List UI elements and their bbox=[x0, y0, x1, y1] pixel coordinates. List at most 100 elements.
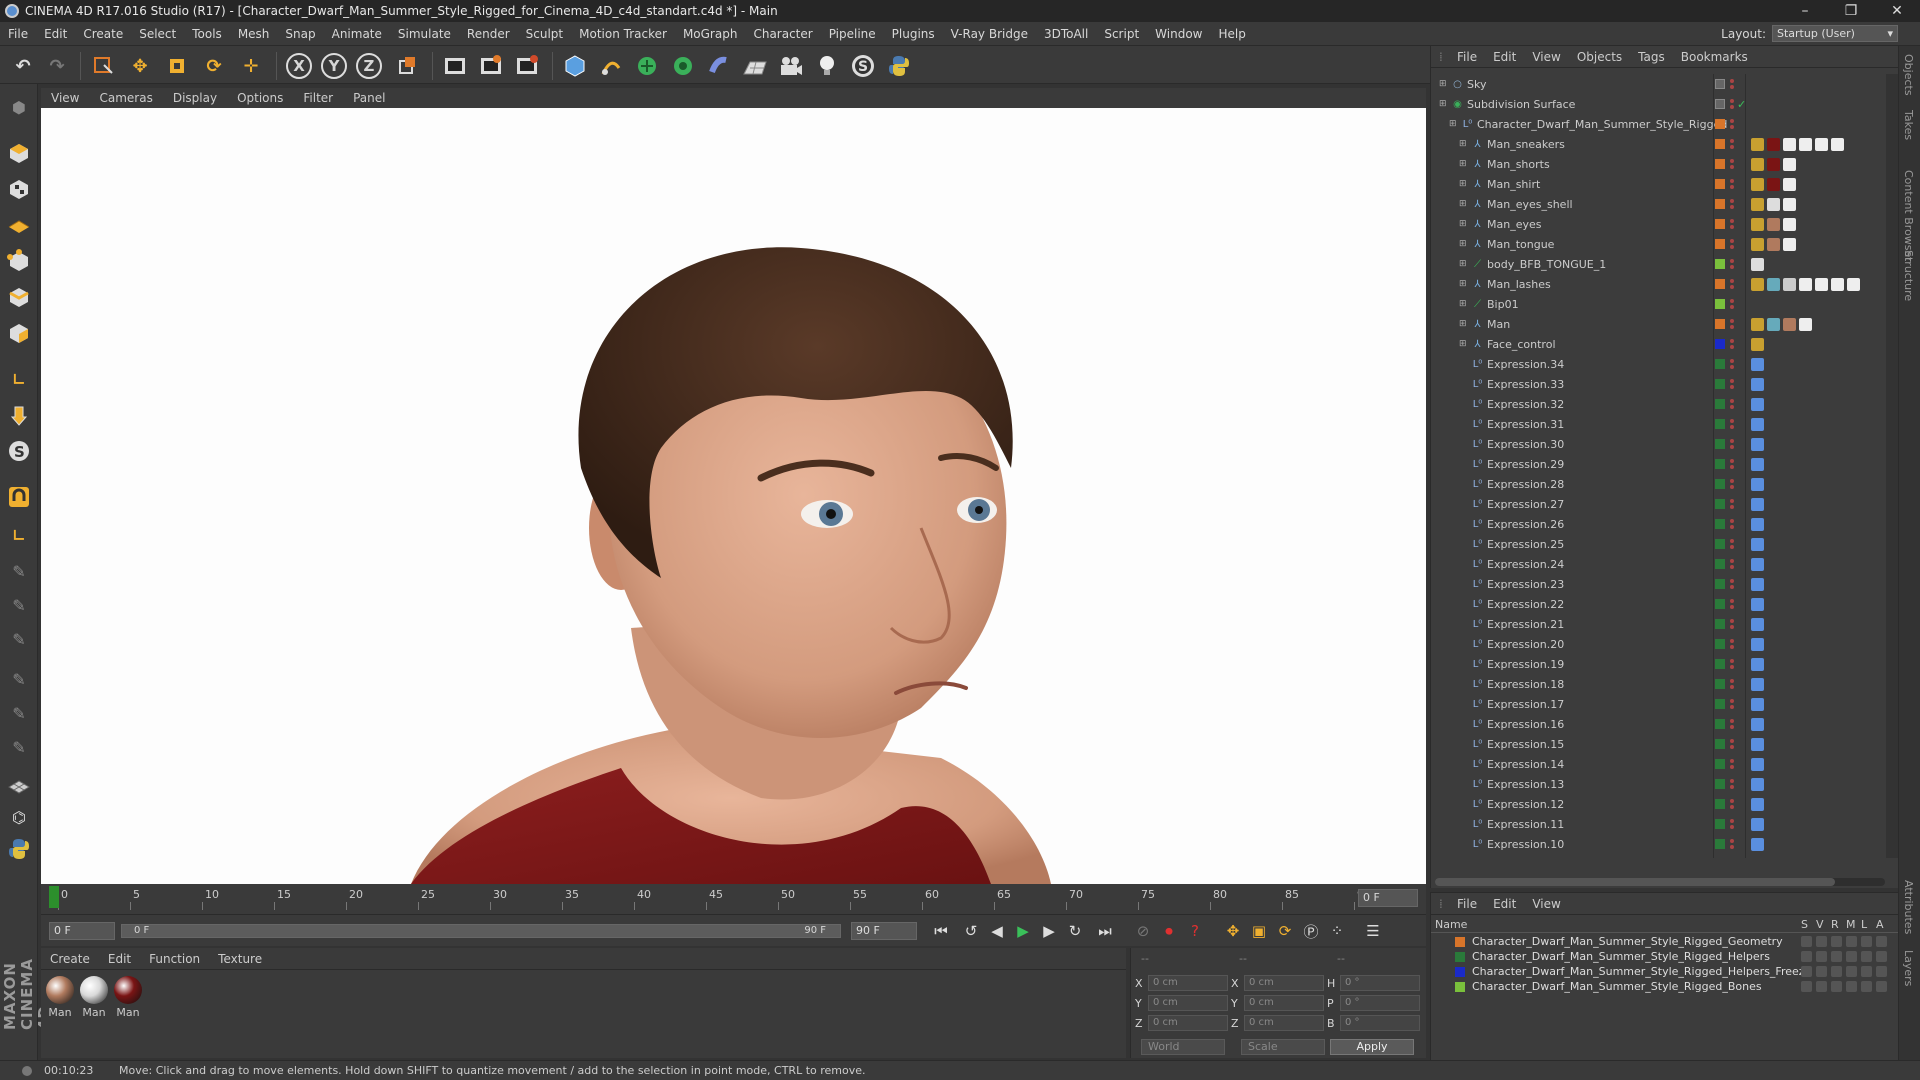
smooth-brush-icon[interactable]: ✎ bbox=[4, 624, 34, 654]
tag-icon[interactable] bbox=[1751, 697, 1764, 711]
tag-icon[interactable] bbox=[1783, 197, 1796, 211]
move-tool-icon[interactable]: ✥ bbox=[125, 51, 155, 81]
layer-color-swatch[interactable] bbox=[1715, 279, 1725, 289]
texture-mode-icon[interactable] bbox=[4, 174, 34, 204]
scale-tool-icon[interactable] bbox=[162, 51, 192, 81]
visibility-dots-icon[interactable] bbox=[1729, 699, 1735, 709]
layer-color-swatch[interactable] bbox=[1715, 799, 1725, 809]
tag-icon[interactable] bbox=[1831, 137, 1844, 151]
layer-color-swatch[interactable] bbox=[1715, 199, 1725, 209]
key-position-icon[interactable]: ✥ bbox=[1221, 920, 1245, 942]
sculpt-brush-icon[interactable]: ✎ bbox=[4, 556, 34, 586]
pen-spline-icon[interactable] bbox=[596, 51, 626, 81]
layer-flag-toggle[interactable] bbox=[1816, 981, 1827, 992]
next-key-icon[interactable]: ↻ bbox=[1063, 920, 1087, 942]
layer-flag-toggle[interactable] bbox=[1816, 936, 1827, 947]
expand-toggle-icon[interactable]: ⊞ bbox=[1439, 79, 1447, 89]
timeline-window-icon[interactable]: ☰ bbox=[1361, 920, 1385, 942]
tag-icon[interactable] bbox=[1751, 757, 1764, 771]
object-row[interactable]: ⊞ ⅄ Man_eyes bbox=[1431, 214, 1887, 234]
expand-toggle-icon[interactable]: ⊞ bbox=[1459, 179, 1467, 189]
object-row[interactable]: L⁰ Expression.33 bbox=[1431, 374, 1887, 394]
object-row[interactable]: L⁰ Expression.25 bbox=[1431, 534, 1887, 554]
expand-toggle-icon[interactable]: ⊞ bbox=[1459, 319, 1467, 329]
layer-flag-toggle[interactable] bbox=[1831, 951, 1842, 962]
layer-color-swatch[interactable] bbox=[1715, 139, 1725, 149]
knife-icon[interactable]: ✎ bbox=[4, 698, 34, 728]
viewport-menu-filter[interactable]: Filter bbox=[293, 91, 343, 105]
tag-icon[interactable] bbox=[1751, 837, 1764, 851]
frame-range-slider[interactable]: 0 F 90 F bbox=[121, 924, 841, 938]
menu-snap[interactable]: Snap bbox=[277, 27, 323, 41]
tag-icon[interactable] bbox=[1767, 137, 1780, 151]
visibility-dots-icon[interactable] bbox=[1729, 519, 1735, 529]
previous-frame-icon[interactable]: ◀ bbox=[985, 920, 1009, 942]
tag-icon[interactable] bbox=[1847, 277, 1860, 291]
menu-select[interactable]: Select bbox=[131, 27, 184, 41]
menu-edit[interactable]: Edit bbox=[36, 27, 75, 41]
object-row[interactable]: L⁰ Expression.27 bbox=[1431, 494, 1887, 514]
visibility-dots-icon[interactable] bbox=[1729, 819, 1735, 829]
light-icon[interactable] bbox=[812, 51, 842, 81]
layer-flag-toggle[interactable] bbox=[1831, 981, 1842, 992]
tag-icon[interactable] bbox=[1751, 737, 1764, 751]
side-tab-layers[interactable]: Layers bbox=[1901, 946, 1916, 990]
render-settings-icon[interactable] bbox=[512, 51, 542, 81]
minimize-button[interactable]: – bbox=[1782, 0, 1828, 22]
visibility-dots-icon[interactable] bbox=[1729, 499, 1735, 509]
object-row[interactable]: L⁰ Expression.21 bbox=[1431, 614, 1887, 634]
expand-toggle-icon[interactable]: ⊞ bbox=[1459, 259, 1467, 269]
layer-color-swatch[interactable] bbox=[1715, 519, 1725, 529]
visibility-dots-icon[interactable] bbox=[1729, 139, 1735, 149]
material-menu-function[interactable]: Function bbox=[140, 952, 209, 966]
layer-color-swatch[interactable] bbox=[1715, 739, 1725, 749]
visibility-dots-icon[interactable] bbox=[1729, 759, 1735, 769]
tag-icon[interactable] bbox=[1767, 237, 1780, 251]
tag-icon[interactable] bbox=[1783, 177, 1796, 191]
menu-file[interactable]: File bbox=[0, 27, 36, 41]
snap-icon[interactable]: S bbox=[4, 436, 34, 466]
live-selection-icon[interactable] bbox=[88, 51, 118, 81]
end-frame-field[interactable]: 90 F bbox=[851, 922, 917, 940]
menu-create[interactable]: Create bbox=[75, 27, 131, 41]
object-row[interactable]: L⁰ Expression.22 bbox=[1431, 594, 1887, 614]
visibility-dots-icon[interactable] bbox=[1729, 479, 1735, 489]
layer-color-swatch[interactable] bbox=[1455, 967, 1465, 977]
layer-row[interactable]: Character_Dwarf_Man_Summer_Style_Rigged_… bbox=[1431, 935, 1898, 949]
floor-scene-icon[interactable] bbox=[740, 51, 770, 81]
expand-toggle-icon[interactable]: ⊞ bbox=[1459, 299, 1467, 309]
render-view-icon[interactable] bbox=[440, 51, 470, 81]
viewport-menu-options[interactable]: Options bbox=[227, 91, 293, 105]
object-row[interactable]: ⊞ ⅄ Man_eyes_shell bbox=[1431, 194, 1887, 214]
transform-tool-icon[interactable]: ✛ bbox=[236, 51, 266, 81]
go-to-start-icon[interactable]: ⏮ bbox=[929, 920, 953, 942]
coords-value-field[interactable]: 0 ° bbox=[1340, 975, 1420, 991]
menu-plugins[interactable]: Plugins bbox=[884, 27, 943, 41]
layer-color-swatch[interactable] bbox=[1715, 379, 1725, 389]
object-row[interactable]: L⁰Expression.9 bbox=[1431, 854, 1887, 858]
tag-icon[interactable] bbox=[1767, 177, 1780, 191]
visibility-dots-icon[interactable] bbox=[1729, 219, 1735, 229]
y-axis-lock-button[interactable]: Y bbox=[319, 51, 349, 81]
visibility-dots-icon[interactable] bbox=[1729, 539, 1735, 549]
visibility-dots-icon[interactable] bbox=[1729, 839, 1735, 849]
visibility-dots-icon[interactable] bbox=[1729, 159, 1735, 169]
layer-color-swatch[interactable] bbox=[1715, 239, 1725, 249]
layer-flag-toggle[interactable] bbox=[1861, 951, 1872, 962]
tag-icon[interactable] bbox=[1751, 497, 1764, 511]
expand-toggle-icon[interactable]: ⊞ bbox=[1459, 199, 1467, 209]
previous-key-icon[interactable]: ↺ bbox=[959, 920, 983, 942]
layer-menu-file[interactable]: File bbox=[1449, 897, 1485, 911]
layer-color-swatch[interactable] bbox=[1715, 779, 1725, 789]
visibility-dots-icon[interactable] bbox=[1729, 239, 1735, 249]
tag-icon[interactable] bbox=[1783, 157, 1796, 171]
layer-menu-view[interactable]: View bbox=[1524, 897, 1568, 911]
sculpt-s-icon[interactable]: S bbox=[848, 51, 878, 81]
tag-icon[interactable] bbox=[1751, 517, 1764, 531]
x-axis-lock-button[interactable]: X bbox=[284, 51, 314, 81]
layer-color-swatch[interactable] bbox=[1715, 159, 1725, 169]
rotate-tool-icon[interactable]: ⟳ bbox=[199, 51, 229, 81]
key-scale-icon[interactable]: ▣ bbox=[1247, 920, 1271, 942]
object-row[interactable]: L⁰ Expression.26 bbox=[1431, 514, 1887, 534]
object-row[interactable]: L⁰ Expression.24 bbox=[1431, 554, 1887, 574]
